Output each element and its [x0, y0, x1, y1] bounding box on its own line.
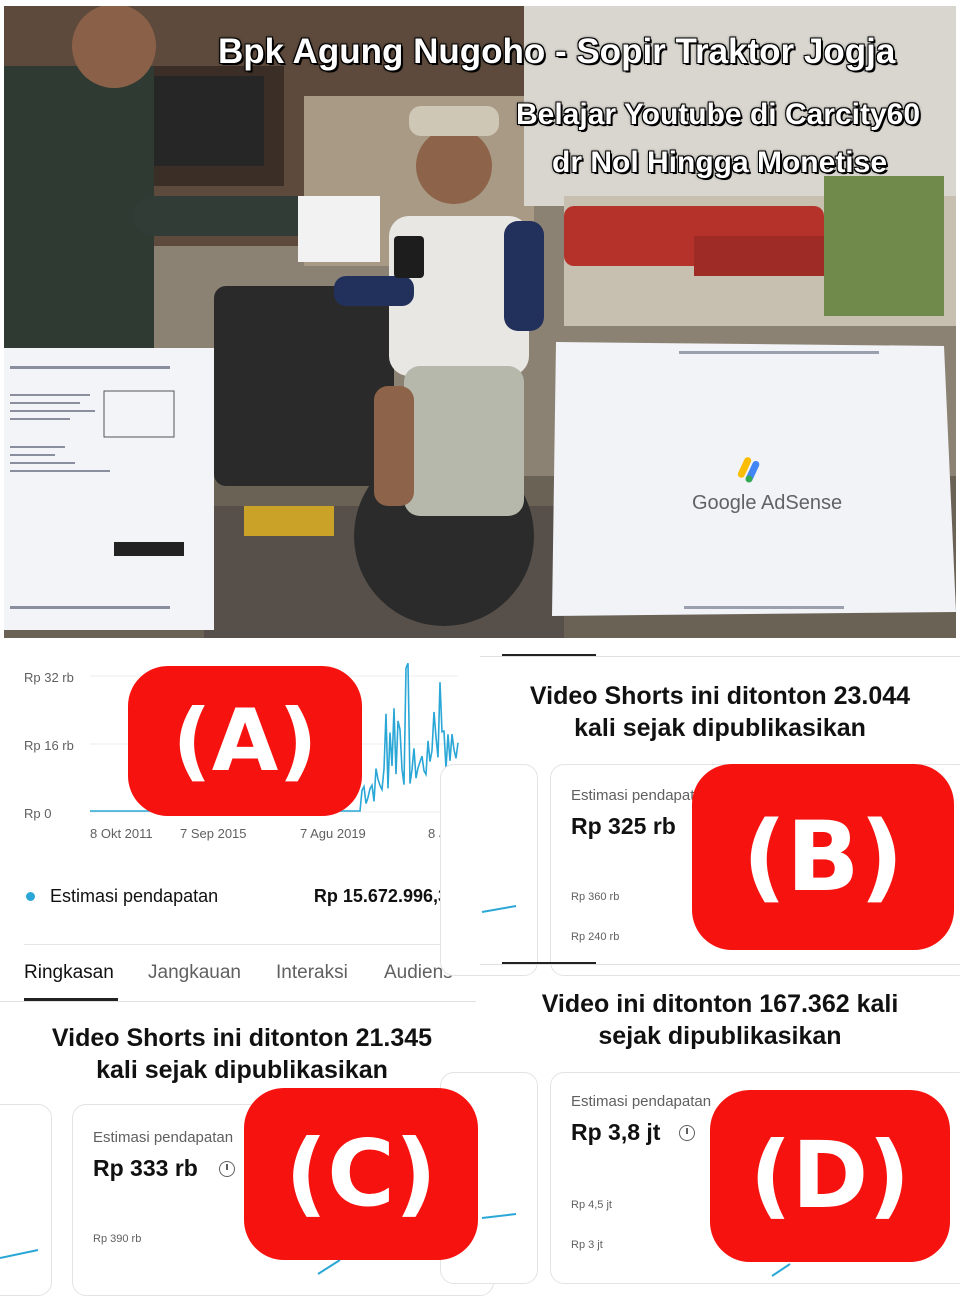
panel-c-heading-line2: kali sejak dipublikasikan [96, 1056, 388, 1084]
adsense-wordmark: Google AdSense [692, 492, 843, 514]
badge-a: (A) [128, 666, 362, 816]
card-value: Rp 3,8 jt [571, 1119, 661, 1145]
panel-d-heading-line1: Video ini ditonton 167.362 kali [541, 990, 899, 1018]
card-tick-label: Rp 240 rb [571, 931, 620, 943]
tab-ringkasan[interactable]: Ringkasan [24, 962, 114, 984]
x-tick-label: 8 Okt 2011 [90, 826, 153, 841]
panel-b-heading-line2: kali sejak dipublikasikan [574, 714, 866, 742]
card-value: Rp 325 rb [571, 813, 676, 839]
badge-d: (D) [710, 1090, 950, 1262]
tabs-divider [0, 1001, 476, 1002]
metric-label: Estimasi pendapatan [50, 886, 219, 906]
panel-b-prev-card [440, 764, 538, 976]
divider [24, 944, 458, 945]
panel-c-heading-line1: Video Shorts ini ditonton 21.345 [51, 1024, 433, 1052]
panel-b-divider [480, 656, 960, 657]
panel-d-divider [480, 964, 960, 965]
badge-c: (C) [244, 1088, 478, 1260]
metric-value: Rp 15.672.996,34 [313, 886, 458, 906]
tab-jangkauan[interactable]: Jangkauan [148, 962, 241, 984]
panel-d-heading-line2: sejak dipublikasikan [598, 1022, 842, 1050]
x-tick-label: 7 Sep 2015 [180, 826, 247, 841]
card-label: Estimasi pendapatan [93, 1129, 234, 1146]
series-dot [26, 892, 35, 901]
card-value: Rp 333 rb [93, 1155, 198, 1181]
photo-caption-title: Bpk Agung Nugoho - Sopir Traktor Jogja [218, 32, 896, 71]
tractor-driver-photo: Bpk Agung Nugoho - Sopir Traktor Jogja B… [4, 6, 956, 638]
clock-icon [679, 1125, 695, 1141]
card-label: Estimasi pendapatan [571, 787, 712, 804]
card-tick-label: Rp 360 rb [571, 891, 620, 903]
panel-b-heading-line1: Video Shorts ini ditonton 23.044 [529, 682, 911, 710]
tab-interaksi[interactable]: Interaksi [276, 962, 348, 984]
photo-caption-line3: dr Nol Hingga Monetise [552, 146, 888, 179]
card-label: Estimasi pendapatan [571, 1093, 712, 1110]
x-tick-label: 7 Agu 2019 [300, 826, 366, 841]
photo-caption-line2: Belajar Youtube di Carcity60 [516, 98, 921, 131]
badge-b: (B) [692, 764, 954, 950]
clock-icon [219, 1161, 235, 1177]
panel-b-sparkline [481, 905, 517, 913]
